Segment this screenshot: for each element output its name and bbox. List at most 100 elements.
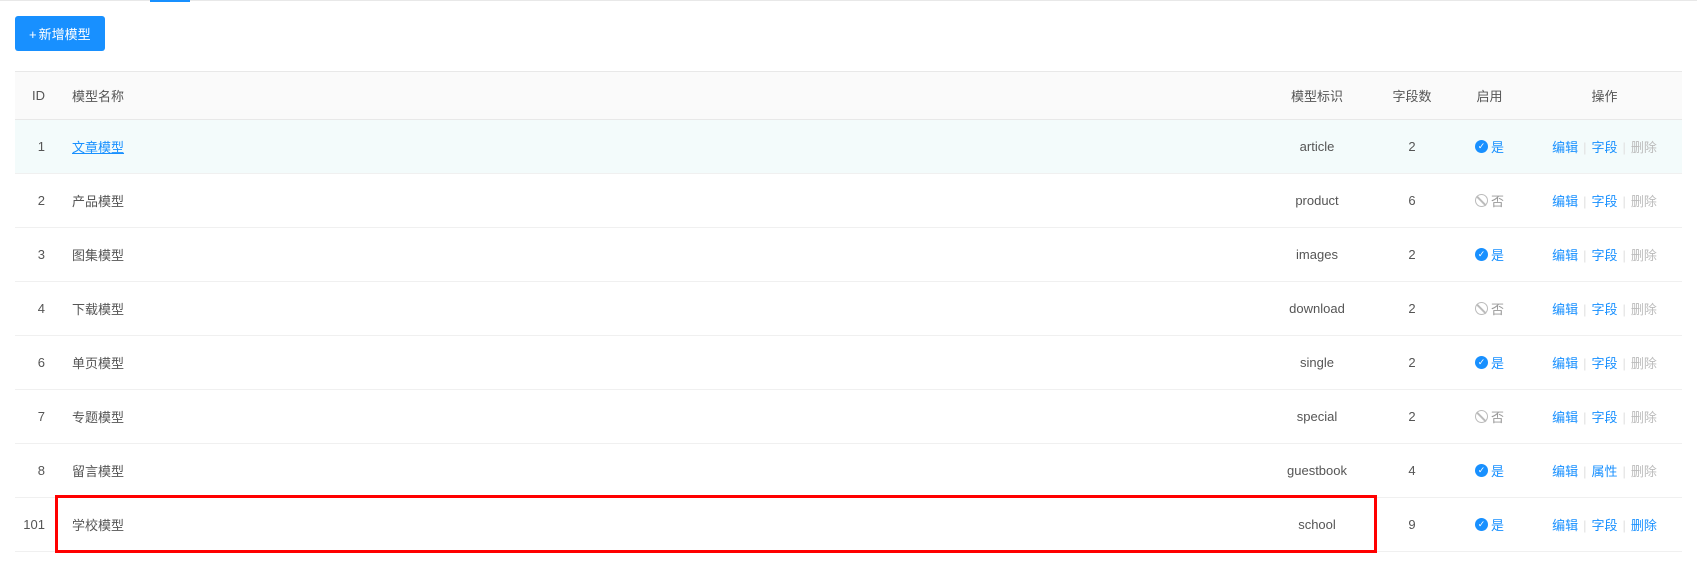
forbid-circle-icon: [1475, 410, 1488, 423]
cell-actions: 编辑|字段|删除: [1527, 174, 1682, 228]
action-edit[interactable]: 编辑: [1550, 302, 1580, 317]
enabled-label: 否: [1491, 299, 1504, 318]
action-edit[interactable]: 编辑: [1550, 356, 1580, 371]
action-delete: 删除: [1629, 410, 1659, 425]
action-delete: 删除: [1629, 356, 1659, 371]
cell-ident: single: [1262, 336, 1372, 390]
table-row: 8留言模型guestbook4是编辑|属性|删除: [15, 444, 1682, 498]
check-circle-icon: [1475, 356, 1488, 369]
cell-enabled[interactable]: 否: [1452, 282, 1527, 336]
cell-name: 单页模型: [60, 336, 1262, 390]
enabled-label: 是: [1491, 461, 1504, 480]
cell-fields: 2: [1372, 228, 1452, 282]
cell-id: 2: [15, 174, 60, 228]
cell-name: 下载模型: [60, 282, 1262, 336]
action-fields[interactable]: 字段: [1589, 248, 1619, 263]
cell-id: 1: [15, 120, 60, 174]
action-fields[interactable]: 字段: [1589, 302, 1619, 317]
separator: |: [1620, 194, 1629, 209]
cell-enabled[interactable]: 是: [1452, 336, 1527, 390]
table-row: 7专题模型special2否编辑|字段|删除: [15, 390, 1682, 444]
cell-name: 专题模型: [60, 390, 1262, 444]
table-row: 2产品模型product6否编辑|字段|删除: [15, 174, 1682, 228]
models-table: ID 模型名称 模型标识 字段数 启用 操作 1文章模型article2是编辑|…: [15, 71, 1682, 552]
action-edit[interactable]: 编辑: [1550, 248, 1580, 263]
cell-id: 101: [15, 498, 60, 552]
add-model-label: 新增模型: [39, 27, 91, 42]
cell-ident: special: [1262, 390, 1372, 444]
action-edit[interactable]: 编辑: [1550, 464, 1580, 479]
forbid-circle-icon: [1475, 302, 1488, 315]
cell-fields: 2: [1372, 120, 1452, 174]
action-delete: 删除: [1629, 464, 1659, 479]
cell-enabled[interactable]: 否: [1452, 174, 1527, 228]
add-model-button[interactable]: +新增模型: [15, 16, 105, 51]
cell-ident: guestbook: [1262, 444, 1372, 498]
cell-actions: 编辑|字段|删除: [1527, 282, 1682, 336]
enabled-label: 是: [1491, 353, 1504, 372]
action-attrs[interactable]: 属性: [1589, 464, 1619, 479]
separator: |: [1620, 302, 1629, 317]
cell-ident: product: [1262, 174, 1372, 228]
cell-id: 3: [15, 228, 60, 282]
action-edit[interactable]: 编辑: [1550, 140, 1580, 155]
action-fields[interactable]: 字段: [1589, 410, 1619, 425]
cell-name: 学校模型: [60, 498, 1262, 552]
action-delete: 删除: [1629, 302, 1659, 317]
cell-id: 7: [15, 390, 60, 444]
cell-actions: 编辑|字段|删除: [1527, 390, 1682, 444]
cell-name: 图集模型: [60, 228, 1262, 282]
cell-enabled[interactable]: 否: [1452, 390, 1527, 444]
model-name-link[interactable]: 文章模型: [72, 140, 124, 155]
table-row: 101学校模型school9是编辑|字段|删除: [15, 498, 1682, 552]
cell-id: 4: [15, 282, 60, 336]
action-edit[interactable]: 编辑: [1550, 194, 1580, 209]
table-row: 6单页模型single2是编辑|字段|删除: [15, 336, 1682, 390]
col-header-fields: 字段数: [1372, 72, 1452, 120]
col-header-actions: 操作: [1527, 72, 1682, 120]
cell-ident: images: [1262, 228, 1372, 282]
cell-id: 8: [15, 444, 60, 498]
cell-actions: 编辑|字段|删除: [1527, 498, 1682, 552]
check-circle-icon: [1475, 248, 1488, 261]
forbid-circle-icon: [1475, 194, 1488, 207]
check-circle-icon: [1475, 464, 1488, 477]
cell-fields: 6: [1372, 174, 1452, 228]
action-fields[interactable]: 字段: [1589, 140, 1619, 155]
cell-fields: 2: [1372, 282, 1452, 336]
cell-fields: 2: [1372, 390, 1452, 444]
action-edit[interactable]: 编辑: [1550, 518, 1580, 533]
table-row: 4下载模型download2否编辑|字段|删除: [15, 282, 1682, 336]
enabled-label: 是: [1491, 515, 1504, 534]
action-delete: 删除: [1629, 140, 1659, 155]
cell-actions: 编辑|属性|删除: [1527, 444, 1682, 498]
cell-actions: 编辑|字段|删除: [1527, 336, 1682, 390]
separator: |: [1620, 248, 1629, 263]
cell-ident: school: [1262, 498, 1372, 552]
cell-enabled[interactable]: 是: [1452, 120, 1527, 174]
separator: |: [1620, 464, 1629, 479]
cell-fields: 4: [1372, 444, 1452, 498]
action-fields[interactable]: 字段: [1589, 356, 1619, 371]
cell-fields: 2: [1372, 336, 1452, 390]
action-delete[interactable]: 删除: [1629, 518, 1659, 533]
cell-enabled[interactable]: 是: [1452, 498, 1527, 552]
cell-name: 留言模型: [60, 444, 1262, 498]
col-header-enabled: 启用: [1452, 72, 1527, 120]
col-header-name: 模型名称: [60, 72, 1262, 120]
cell-name: 产品模型: [60, 174, 1262, 228]
separator: |: [1620, 518, 1629, 533]
action-delete: 删除: [1629, 248, 1659, 263]
enabled-label: 否: [1491, 407, 1504, 426]
cell-enabled[interactable]: 是: [1452, 444, 1527, 498]
enabled-label: 是: [1491, 137, 1504, 156]
col-header-ident: 模型标识: [1262, 72, 1372, 120]
action-edit[interactable]: 编辑: [1550, 410, 1580, 425]
action-fields[interactable]: 字段: [1589, 518, 1619, 533]
action-fields[interactable]: 字段: [1589, 194, 1619, 209]
separator: |: [1620, 356, 1629, 371]
cell-actions: 编辑|字段|删除: [1527, 120, 1682, 174]
active-tab-indicator: [150, 0, 190, 2]
separator: |: [1620, 410, 1629, 425]
cell-enabled[interactable]: 是: [1452, 228, 1527, 282]
